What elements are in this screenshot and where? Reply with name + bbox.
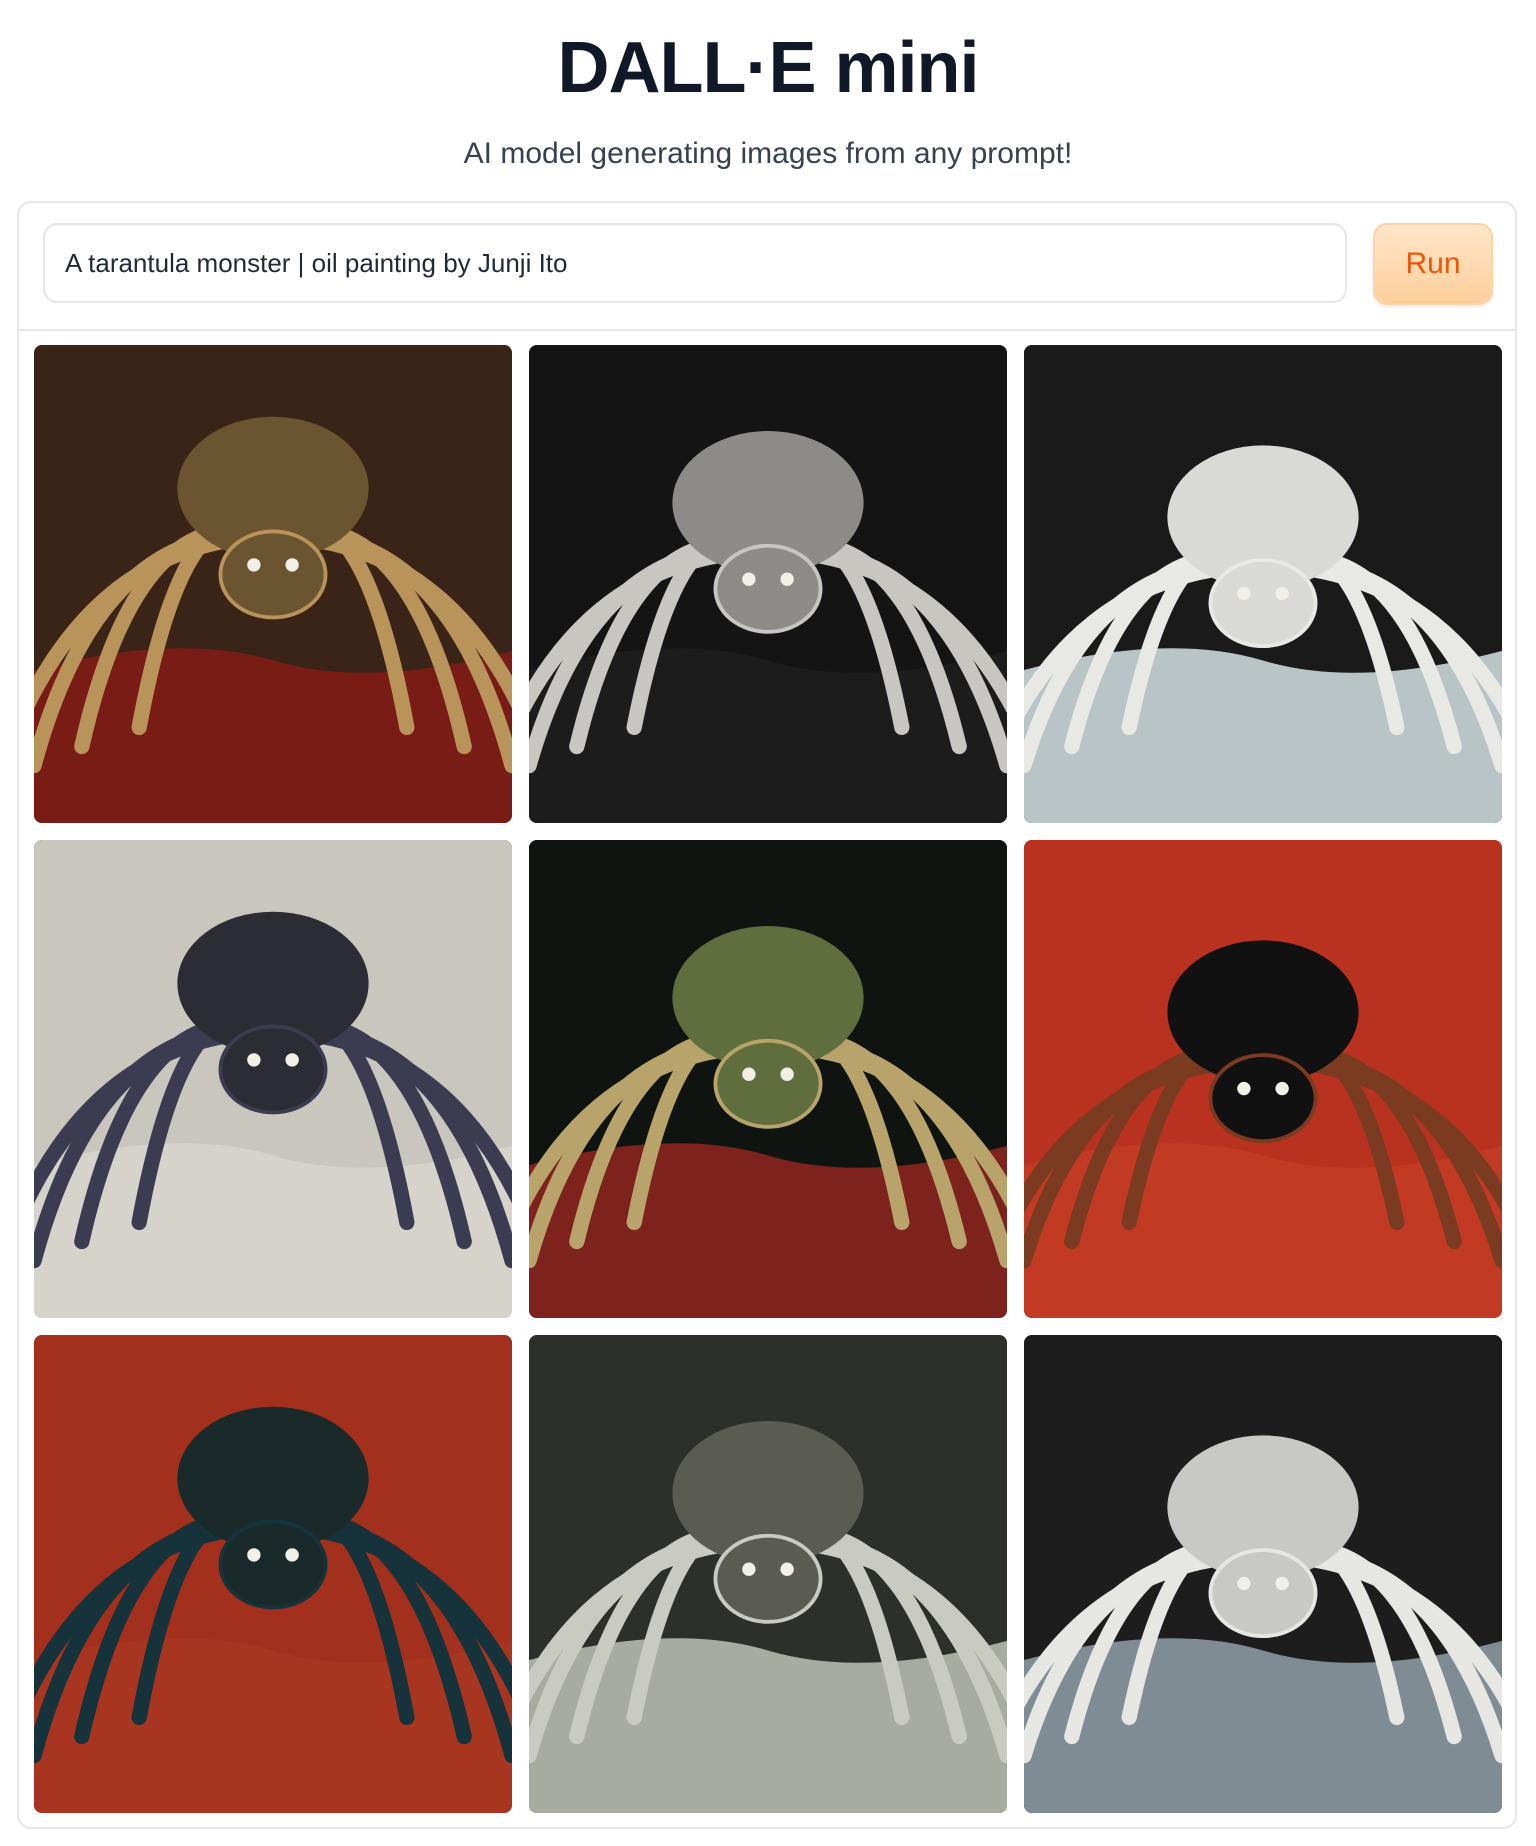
generated-image[interactable] xyxy=(529,1335,1007,1813)
run-button[interactable]: Run xyxy=(1373,223,1493,305)
prompt-row: Run xyxy=(19,203,1515,331)
spider-artwork xyxy=(529,1335,1007,1813)
generated-image[interactable] xyxy=(1024,1335,1502,1813)
page-title: DALL·E mini xyxy=(557,28,980,108)
spider-artwork xyxy=(34,840,512,1318)
image-gallery xyxy=(34,345,1504,1813)
spider-artwork xyxy=(529,840,1007,1318)
generated-image[interactable] xyxy=(1024,345,1502,823)
generated-image[interactable] xyxy=(34,345,512,823)
generated-image[interactable] xyxy=(34,840,512,1318)
generated-image[interactable] xyxy=(529,345,1007,823)
spider-artwork xyxy=(1024,840,1502,1318)
page-header: DALL·E mini AI model generating images f… xyxy=(0,0,1536,174)
page-subtitle: AI model generating images from any prom… xyxy=(463,137,1073,170)
generated-image[interactable] xyxy=(34,1335,512,1813)
spider-artwork xyxy=(1024,345,1502,823)
generated-image[interactable] xyxy=(1024,840,1502,1318)
spider-artwork xyxy=(529,345,1007,823)
generator-panel: Run xyxy=(17,201,1517,1829)
spider-artwork xyxy=(34,345,512,823)
prompt-input[interactable] xyxy=(43,223,1347,303)
spider-artwork xyxy=(34,1335,512,1813)
generated-image[interactable] xyxy=(529,840,1007,1318)
spider-artwork xyxy=(1024,1335,1502,1813)
